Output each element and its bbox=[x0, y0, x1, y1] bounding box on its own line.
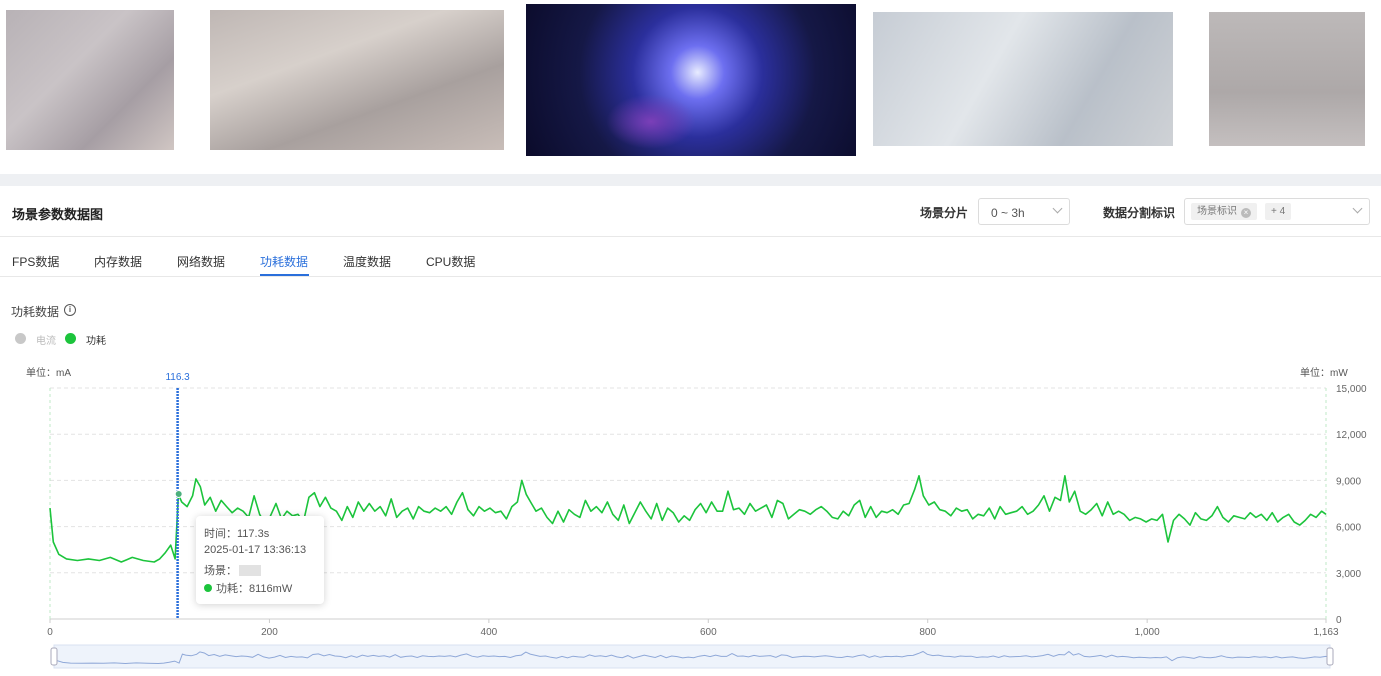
tooltip-datetime: 2025-01-17 13:36:13 bbox=[204, 544, 307, 556]
x-axis-ticks: 0 200 400 600 800 1,000 1,163 bbox=[47, 619, 1339, 638]
x-tick-label: 600 bbox=[700, 627, 717, 638]
x-tick-label: 200 bbox=[261, 627, 278, 638]
tooltip-power-dot bbox=[204, 584, 212, 592]
y-tick-label: 15,000 bbox=[1336, 384, 1367, 395]
cursor-point bbox=[174, 490, 183, 499]
tooltip-scene: 场景： bbox=[204, 565, 237, 577]
chart-cursor: 116.3 bbox=[165, 372, 190, 619]
tooltip-scene-value bbox=[239, 565, 261, 576]
x-tick-label: 400 bbox=[481, 627, 498, 638]
cursor-label: 116.3 bbox=[165, 372, 190, 383]
y-tick-label: 6,000 bbox=[1336, 523, 1361, 534]
y-tick-label: 3,000 bbox=[1336, 569, 1361, 580]
zoom-handle-left bbox=[50, 647, 58, 666]
tooltip-scene-row: 场景： bbox=[204, 562, 261, 578]
tooltip-time: 时间：117.3s bbox=[204, 528, 270, 540]
x-tick-label: 1,000 bbox=[1135, 627, 1160, 638]
y-tick-label: 9,000 bbox=[1336, 476, 1361, 487]
x-tick-label: 1,163 bbox=[1313, 627, 1338, 638]
y-tick-label: 0 bbox=[1336, 615, 1342, 626]
tooltip-power: 功耗：8116mW bbox=[216, 583, 293, 595]
y-axis-ticks: 0 3,000 6,000 9,000 12,000 15,000 bbox=[1336, 384, 1367, 626]
zoom-handle-right bbox=[1326, 647, 1334, 666]
data-zoom-slider bbox=[50, 644, 1334, 669]
y-tick-label: 12,000 bbox=[1336, 430, 1367, 441]
x-tick-label: 800 bbox=[919, 627, 936, 638]
tooltip-power-row: 功耗：8116mW bbox=[204, 580, 292, 596]
x-tick-label: 0 bbox=[47, 627, 53, 638]
chart-tooltip: 时间：117.3s 2025-01-17 13:36:13 场景： 功耗：811… bbox=[196, 516, 324, 604]
